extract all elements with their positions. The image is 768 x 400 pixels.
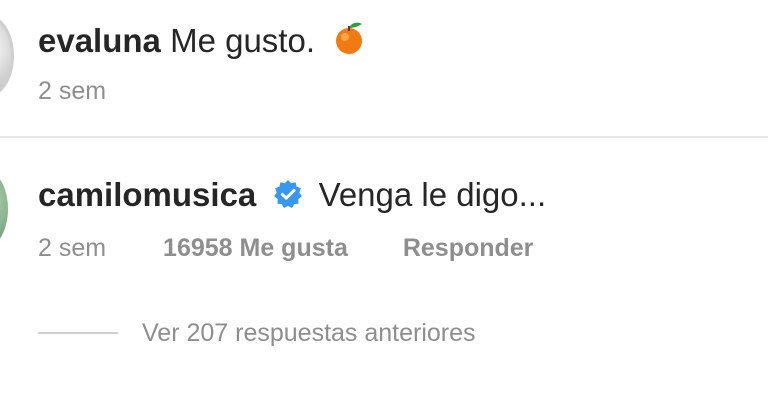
comment-camilomusica: camilomusica Venga le digo... (38, 175, 546, 218)
timestamp: 2 sem (38, 234, 107, 262)
avatar-evaluna[interactable] (0, 15, 14, 97)
comment-meta-camilomusica: 2 sem 16958 Me gusta Responder (38, 233, 533, 263)
username-camilomusica[interactable]: camilomusica (38, 176, 256, 213)
comment-text-evaluna: Me gusto. (170, 22, 315, 59)
comment-evaluna: evaluna Me gusto. (38, 20, 366, 65)
orange-emoji-icon (332, 20, 366, 65)
replies-divider-line (38, 332, 118, 334)
verified-badge-icon (273, 178, 303, 218)
likes-count-button[interactable]: 16958 Me gusta (163, 233, 348, 263)
comment-meta-evaluna: 2 sem (38, 76, 106, 106)
username-evaluna[interactable]: evaluna (38, 22, 161, 59)
avatar-camilomusica[interactable] (0, 170, 8, 248)
reply-button[interactable]: Responder (403, 233, 534, 263)
view-replies-button[interactable]: Ver 207 respuestas anteriores (38, 318, 476, 348)
comment-text-camilomusica: Venga le digo... (318, 176, 547, 213)
divider (0, 136, 768, 138)
timestamp: 2 sem (38, 77, 107, 105)
view-replies-label: Ver 207 respuestas anteriores (142, 319, 476, 347)
comments-screen: evaluna Me gusto. 2 sem camilomusica Ven… (0, 0, 768, 400)
